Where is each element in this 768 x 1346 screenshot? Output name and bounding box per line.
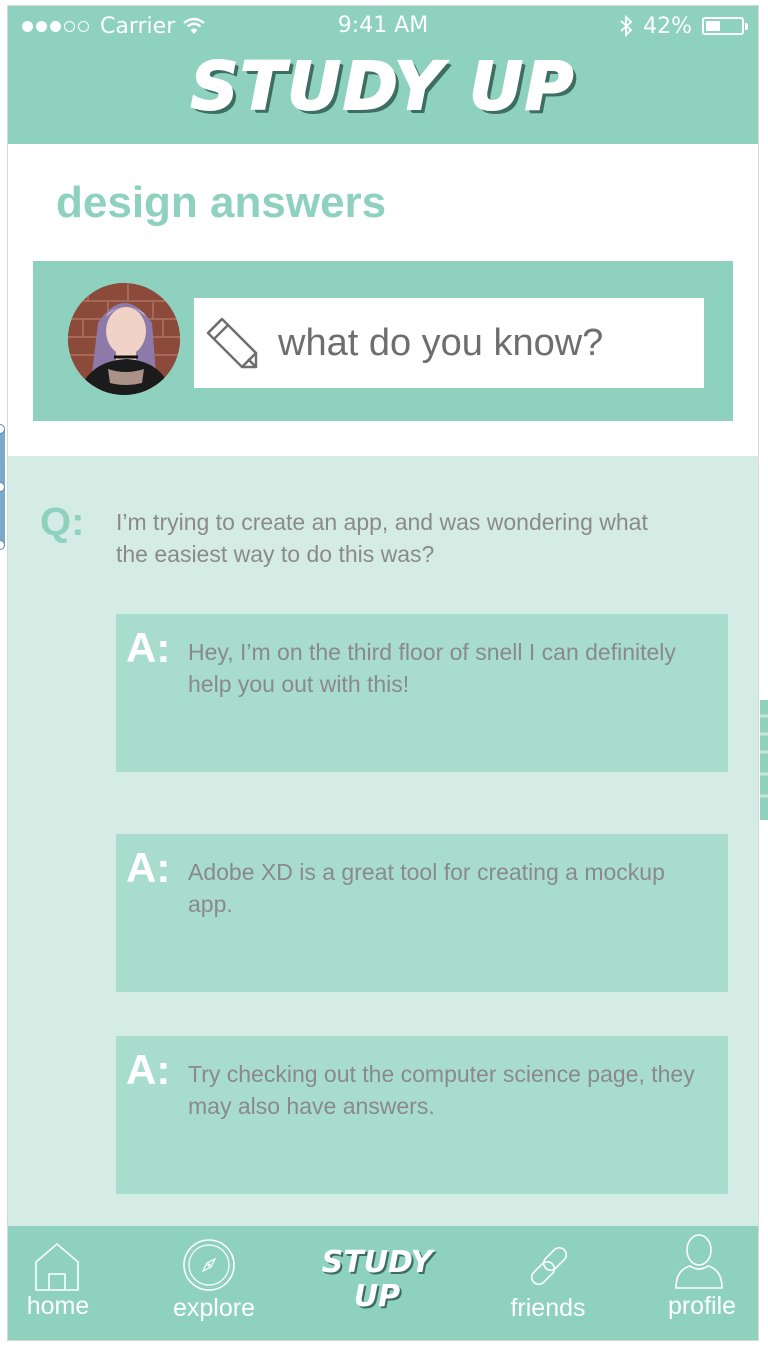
tab-logo-line1: STUDY — [321, 1245, 433, 1280]
link-icon — [530, 1246, 568, 1286]
answer-card[interactable]: A: Hey, I’m on the third floor of snell … — [116, 614, 728, 772]
answer-label: A: — [126, 1046, 171, 1093]
status-right: 42% — [619, 12, 748, 40]
battery-percent: 42% — [643, 13, 692, 39]
tab-profile[interactable]: profile — [654, 1226, 750, 1340]
tab-study-up-logo: STUDY UP — [312, 1246, 442, 1314]
tab-explore[interactable]: explore — [156, 1226, 272, 1340]
question-text: I’m trying to create an app, and was won… — [116, 509, 648, 567]
bluetooth-icon — [620, 15, 633, 37]
app-screen: Carrier 9:41 AM 42% STUDY UP design answ… — [8, 6, 758, 1340]
tab-profile-label: profile — [667, 1292, 737, 1320]
pencil-icon — [206, 317, 258, 369]
tab-friends-label: friends — [510, 1294, 586, 1322]
tab-logo-line2: UP — [353, 1279, 401, 1314]
answer-composer — [33, 261, 733, 421]
answer-label: A: — [126, 844, 171, 891]
app-logo: STUDY UP — [190, 47, 576, 126]
qa-feed: Q: I’m trying to create an app, and was … — [8, 456, 758, 1226]
answer-text: Try checking out the computer science pa… — [188, 1061, 695, 1119]
adjacent-artboard-edge — [760, 700, 768, 820]
tab-friends[interactable]: friends — [496, 1226, 600, 1340]
question-label: Q: — [40, 500, 85, 544]
tab-bar: home explore STUDY UP friends profile — [8, 1226, 758, 1340]
answer-input[interactable] — [278, 321, 678, 365]
answer-card[interactable]: A: Adobe XD is a great tool for creating… — [116, 834, 728, 992]
user-avatar[interactable] — [68, 283, 180, 395]
answer-input-box[interactable] — [194, 298, 704, 388]
profile-icon — [675, 1234, 723, 1289]
selection-handle[interactable] — [0, 540, 5, 550]
tab-study-up[interactable]: STUDY UP — [312, 1226, 442, 1340]
battery-icon — [702, 17, 748, 35]
answer-card[interactable]: A: Try checking out the computer science… — [116, 1036, 728, 1194]
home-icon — [35, 1242, 79, 1291]
tab-explore-label: explore — [173, 1294, 255, 1322]
avatar-photo-icon — [68, 283, 180, 395]
page-title: design answers — [56, 178, 387, 227]
app-header: Carrier 9:41 AM 42% STUDY UP — [8, 6, 758, 144]
answer-text: Adobe XD is a great tool for creating a … — [188, 859, 665, 917]
tab-home-label: home — [26, 1292, 90, 1320]
compass-icon — [183, 1239, 235, 1291]
answer-label: A: — [126, 624, 171, 671]
tab-home[interactable]: home — [8, 1226, 108, 1340]
answer-text: Hey, I’m on the third floor of snell I c… — [188, 639, 676, 697]
